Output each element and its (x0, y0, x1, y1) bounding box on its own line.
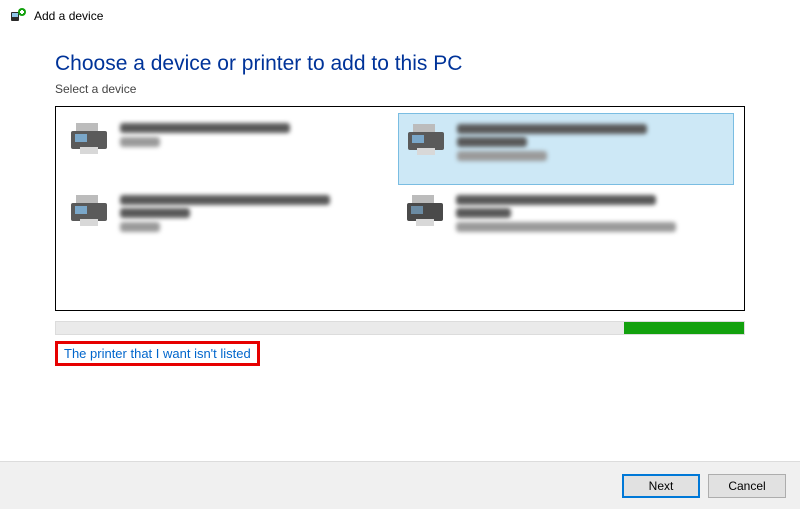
device-name-line2 (120, 208, 190, 218)
link-row: The printer that I want isn't listed (55, 341, 752, 366)
device-name (457, 124, 647, 134)
printer-icon (404, 193, 446, 229)
printer-icon (68, 121, 110, 157)
cancel-button[interactable]: Cancel (708, 474, 786, 498)
printer-icon (68, 193, 110, 229)
printer-icon (405, 122, 447, 158)
device-name (120, 195, 330, 205)
device-info (120, 121, 290, 147)
device-name-line2 (456, 208, 511, 218)
device-type (456, 222, 676, 232)
device-type (457, 151, 547, 161)
highlight-box: The printer that I want isn't listed (55, 341, 260, 366)
device-item[interactable] (398, 113, 734, 185)
device-list (55, 106, 745, 311)
device-name (456, 195, 656, 205)
page-subheading: Select a device (55, 82, 752, 96)
progress-fill (624, 322, 744, 334)
window-title: Add a device (34, 9, 103, 23)
device-name (120, 123, 290, 133)
device-item[interactable] (398, 185, 734, 257)
device-info (120, 193, 330, 232)
device-info (457, 122, 647, 161)
device-add-icon (10, 8, 26, 24)
titlebar: Add a device (0, 0, 800, 32)
device-name-line2 (457, 137, 527, 147)
page-title: Choose a device or printer to add to thi… (55, 52, 752, 76)
next-button[interactable]: Next (622, 474, 700, 498)
device-info (456, 193, 676, 232)
device-item[interactable] (62, 113, 398, 185)
device-type (120, 137, 160, 147)
dialog-footer: Next Cancel (0, 461, 800, 509)
dialog-content: Choose a device or printer to add to thi… (0, 32, 800, 366)
progress-bar (55, 321, 745, 335)
printer-not-listed-link[interactable]: The printer that I want isn't listed (64, 346, 251, 361)
device-item[interactable] (62, 185, 398, 257)
device-type (120, 222, 160, 232)
